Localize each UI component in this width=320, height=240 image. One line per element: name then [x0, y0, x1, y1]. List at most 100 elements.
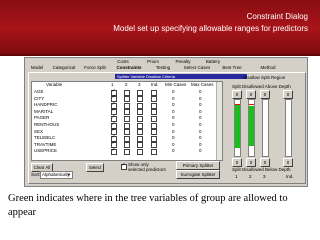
below-depth-value[interactable]: 0 — [246, 158, 256, 167]
region-3-checkbox[interactable] — [137, 122, 143, 129]
min-cases-value[interactable]: 0 — [172, 109, 175, 115]
tab-categorical[interactable]: Categorical — [49, 65, 79, 70]
region-3-checkbox[interactable] — [137, 148, 143, 155]
region-2-checkbox[interactable] — [124, 102, 130, 109]
region-column-label: 3 — [263, 174, 266, 179]
depth-marker — [235, 104, 240, 105]
tab-battery[interactable]: Battery — [199, 59, 227, 64]
region-2-checkbox[interactable] — [124, 135, 130, 142]
min-cases-value[interactable]: 0 — [172, 135, 175, 141]
region-title: Disallow Split Region — [243, 75, 286, 80]
tab-model[interactable]: Model — [26, 65, 48, 70]
depth-marker — [249, 104, 254, 105]
max-cases-value[interactable]: 0 — [199, 109, 202, 115]
below-depth-label: Split Disallowed Below Depth — [232, 167, 291, 172]
region-4-checkbox[interactable] — [151, 102, 157, 109]
tab-content: Splitter Variable Disallow Criteria Vari… — [28, 72, 306, 184]
slide-title: Constraint Dialog — [246, 12, 308, 21]
min-cases-value[interactable]: 0 — [172, 148, 175, 154]
region-3-checkbox[interactable] — [137, 129, 143, 136]
region-4-checkbox[interactable] — [151, 148, 157, 155]
region-3-checkbox[interactable] — [137, 89, 143, 96]
region-2-checkbox[interactable] — [124, 129, 130, 136]
variable-grid: Variable 1 2 3 Ind. Min Cases Max Cases … — [31, 81, 223, 161]
region-3-checkbox[interactable] — [137, 102, 143, 109]
region-4-checkbox[interactable] — [151, 129, 157, 136]
max-cases-value[interactable]: 0 — [199, 89, 202, 95]
region-4-checkbox[interactable] — [151, 96, 157, 103]
grid-header-variable: Variable — [46, 82, 63, 87]
region-4-checkbox[interactable] — [151, 142, 157, 149]
tab-best-tree[interactable]: Best Tree — [216, 65, 248, 70]
tab-penalty[interactable]: Penalty — [169, 59, 197, 64]
max-cases-value[interactable]: 0 — [199, 96, 202, 102]
region-4-checkbox[interactable] — [151, 122, 157, 129]
depth-slider-track[interactable] — [285, 99, 292, 157]
tab-priors[interactable]: Priors — [139, 59, 167, 64]
below-depth-value[interactable]: 0 — [232, 158, 242, 167]
region-3-checkbox[interactable] — [137, 109, 143, 116]
region-4-checkbox[interactable] — [151, 109, 157, 116]
region-3-checkbox[interactable] — [137, 135, 143, 142]
above-depth-value[interactable]: 0 — [246, 90, 256, 99]
min-cases-value[interactable]: 0 — [172, 96, 175, 102]
max-cases-value[interactable]: 0 — [199, 135, 202, 141]
max-cases-value[interactable]: 0 — [199, 142, 202, 148]
tab-strip: Costs Priors Penalty Battery Model Categ… — [25, 58, 307, 72]
region-3-checkbox[interactable] — [137, 96, 143, 103]
min-cases-value[interactable]: 0 — [172, 142, 175, 148]
region-2-checkbox[interactable] — [124, 115, 130, 122]
region-4-checkbox[interactable] — [151, 89, 157, 96]
above-depth-value[interactable]: 0 — [232, 90, 242, 99]
tab-costs[interactable]: Costs — [109, 59, 137, 64]
slide-caption: Green indicates where in the tree variab… — [8, 193, 288, 218]
grid-header-2: 2 — [125, 82, 128, 87]
select-button[interactable]: Select — [86, 163, 104, 172]
variable-name: HANDPRIC — [34, 102, 58, 108]
region-3-checkbox[interactable] — [137, 115, 143, 122]
region-4-checkbox[interactable] — [151, 135, 157, 142]
tab-force-split[interactable]: Force Split — [80, 65, 110, 70]
primary-splitter-button[interactable]: Primary Splitter — [176, 161, 220, 170]
tab-select-cases[interactable]: Select Cases — [180, 65, 214, 70]
region-3-checkbox[interactable] — [137, 142, 143, 149]
sort-select[interactable]: Alphabetically ▼ — [40, 171, 73, 179]
min-cases-value[interactable]: 0 — [172, 122, 175, 128]
tab-method[interactable]: Method — [251, 65, 285, 70]
min-cases-value[interactable]: 0 — [172, 89, 175, 95]
above-depth-value[interactable]: 0 — [283, 90, 293, 99]
max-cases-value[interactable]: 0 — [199, 129, 202, 135]
region-2-checkbox[interactable] — [124, 109, 130, 116]
variable-name: TRAVTIME — [34, 141, 57, 147]
slide-subtitle: Model set up specifying allowable ranges… — [113, 24, 308, 33]
max-cases-value[interactable]: 0 — [199, 115, 202, 121]
region-2-checkbox[interactable] — [124, 148, 130, 155]
below-depth-value[interactable]: 0 — [283, 158, 293, 167]
grid-header-min-cases: Min Cases — [165, 82, 187, 87]
min-cases-value[interactable]: 0 — [172, 129, 175, 135]
region-1-checkbox[interactable] — [111, 147, 117, 155]
min-cases-value[interactable]: 0 — [172, 102, 175, 108]
region-2-checkbox[interactable] — [124, 96, 130, 103]
depth-slider-track[interactable] — [234, 99, 241, 157]
grid-header-3: 3 — [138, 82, 141, 87]
max-cases-value[interactable]: 0 — [199, 148, 202, 154]
region-2-checkbox[interactable] — [124, 89, 130, 96]
below-depth-value[interactable]: 0 — [260, 158, 270, 167]
depth-slider-track[interactable] — [262, 99, 269, 157]
tab-testing[interactable]: Testing — [148, 65, 178, 70]
surrogate-splitter-button[interactable]: Surrogate Splitter — [176, 170, 220, 179]
region-2-checkbox[interactable] — [124, 122, 130, 129]
variable-name: PAGER — [34, 115, 50, 121]
region-2-checkbox[interactable] — [124, 142, 130, 149]
above-depth-value[interactable]: 0 — [260, 90, 270, 99]
max-cases-value[interactable]: 0 — [199, 102, 202, 108]
show-only-checkbox[interactable] — [121, 162, 127, 170]
max-cases-value[interactable]: 0 — [199, 122, 202, 128]
variable-name: MARITAL — [34, 108, 54, 114]
min-cases-value[interactable]: 0 — [172, 115, 175, 121]
depth-slider-track[interactable] — [248, 99, 255, 157]
grid-scrollbar[interactable] — [216, 82, 222, 160]
tab-constraints[interactable]: Constraints — [111, 65, 147, 70]
region-4-checkbox[interactable] — [151, 115, 157, 122]
